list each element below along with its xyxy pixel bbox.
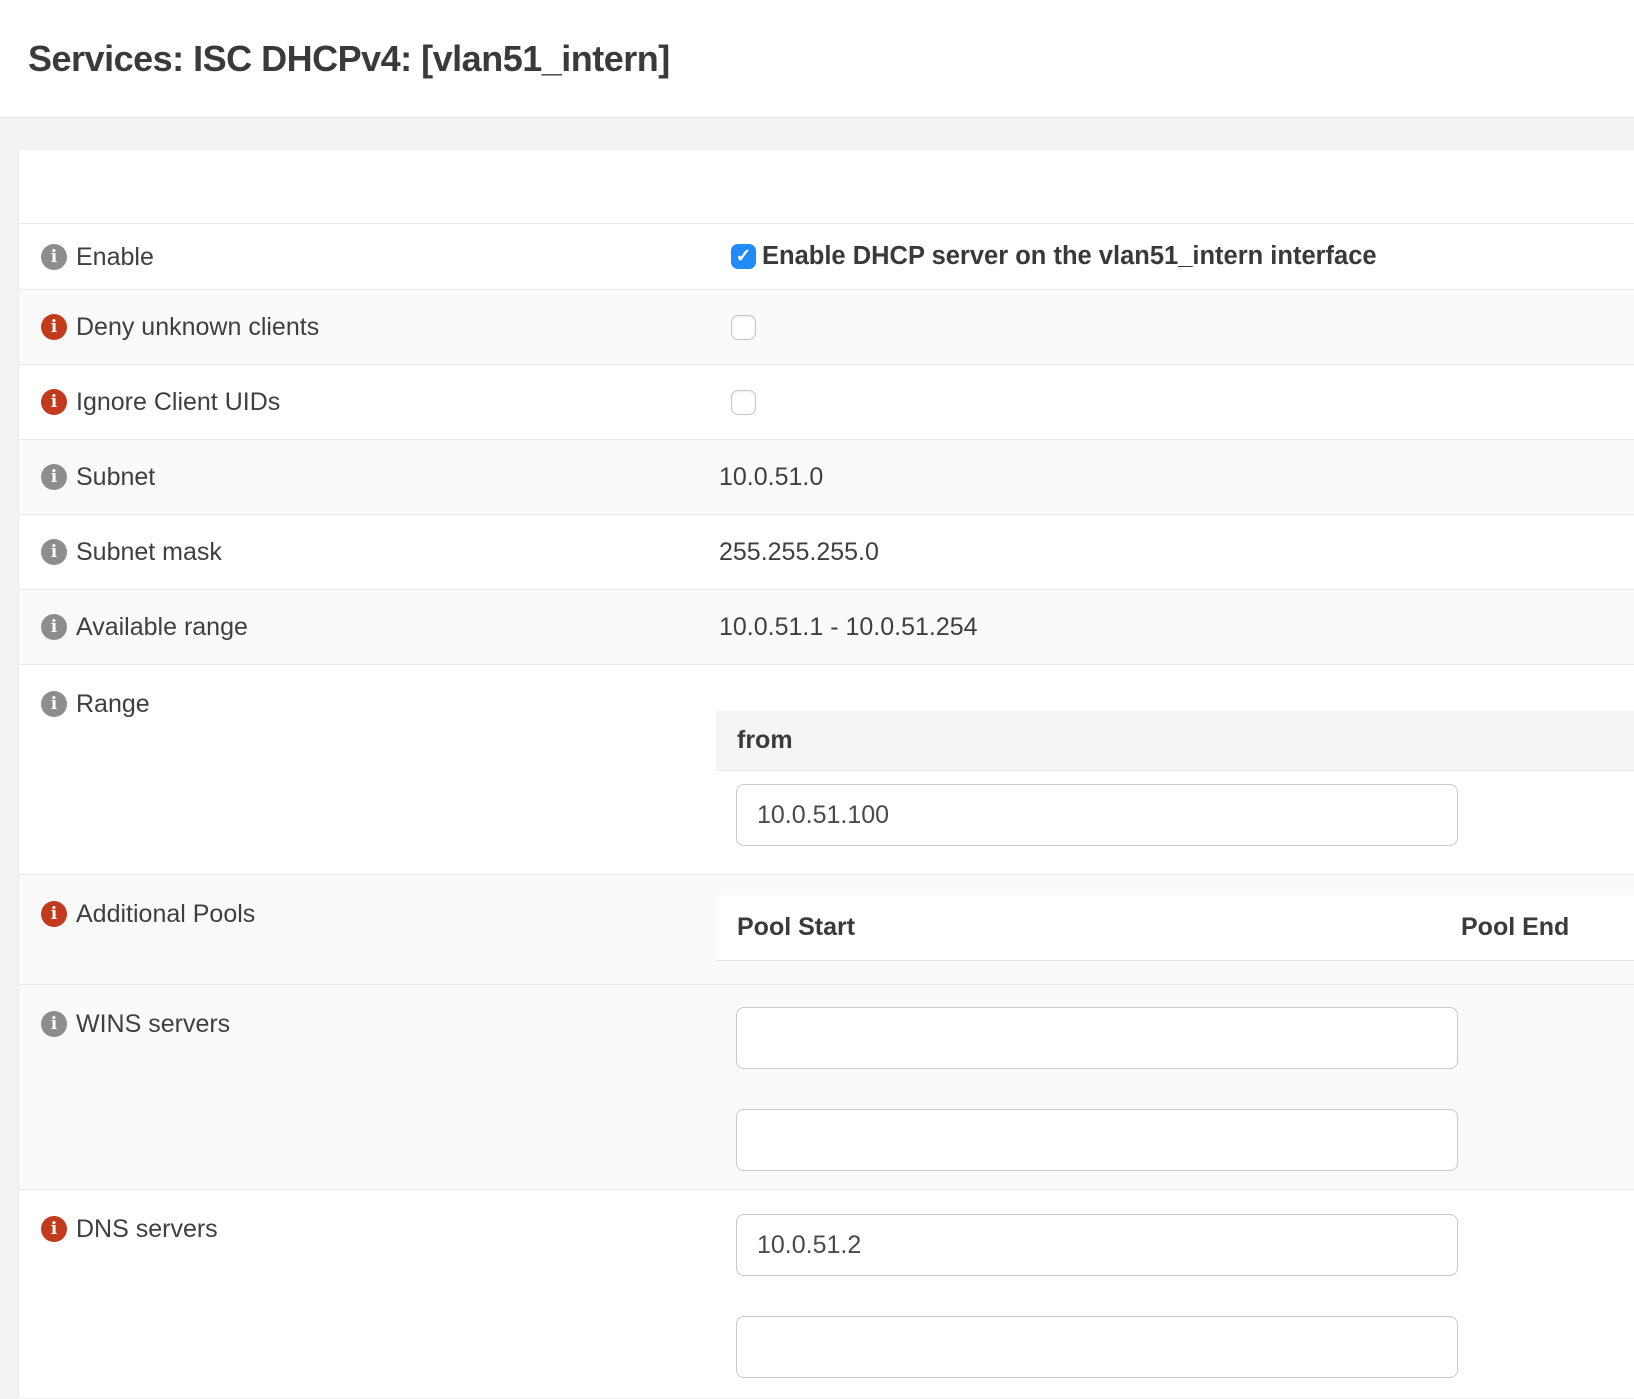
range-info-icon[interactable] — [41, 691, 67, 717]
wins-servers-row: WINS servers — [19, 985, 1634, 1190]
enable-info-icon[interactable] — [41, 244, 67, 270]
range-row-label: Range — [19, 665, 716, 874]
dns-server-input-2[interactable] — [736, 1316, 1458, 1378]
wins-servers-inputs — [716, 1007, 1634, 1171]
available-range-info-icon[interactable] — [41, 614, 67, 640]
ignore-client-uids-label: Ignore Client UIDs — [76, 389, 280, 415]
subnet-row-control: 10.0.51.0 — [716, 440, 1634, 514]
wins-servers-label: WINS servers — [76, 1011, 230, 1037]
ignore-client-uids-row: Ignore Client UIDs — [19, 365, 1634, 440]
deny-unknown-clients-info-icon[interactable] — [41, 314, 67, 340]
dns-servers-inputs — [716, 1214, 1634, 1378]
page-header: Services: ISC DHCPv4: [vlan51_intern] — [0, 0, 1634, 118]
main-content: Enable Enable DHCP server on the vlan51_… — [0, 118, 1634, 1398]
subnet-mask-row-label: Subnet mask — [19, 515, 716, 589]
available-range-row-control: 10.0.51.1 - 10.0.51.254 — [716, 590, 1634, 664]
additional-pools-row-label: Additional Pools — [19, 875, 716, 984]
subnet-mask-value: 255.255.255.0 — [716, 538, 879, 567]
enable-checkbox-label: Enable DHCP server on the vlan51_intern … — [762, 242, 1377, 271]
dns-servers-row: DNS servers — [19, 1190, 1634, 1398]
enable-row-label: Enable — [19, 224, 716, 289]
pool-start-column-header: Pool Start — [716, 913, 1461, 942]
subnet-info-icon[interactable] — [41, 464, 67, 490]
range-from-input[interactable] — [736, 784, 1458, 846]
ignore-client-uids-row-label: Ignore Client UIDs — [19, 365, 716, 439]
deny-unknown-clients-row-label: Deny unknown clients — [19, 290, 716, 364]
enable-label: Enable — [76, 244, 154, 270]
dns-servers-label: DNS servers — [76, 1216, 218, 1242]
subnet-label: Subnet — [76, 464, 155, 490]
ignore-client-uids-checkbox[interactable] — [731, 390, 756, 415]
deny-unknown-clients-label: Deny unknown clients — [76, 314, 319, 340]
dns-servers-row-label: DNS servers — [19, 1190, 716, 1398]
subnet-row: Subnet 10.0.51.0 — [19, 440, 1634, 515]
wins-server-input-1[interactable] — [736, 1007, 1458, 1069]
deny-unknown-clients-checkbox[interactable] — [731, 315, 756, 340]
subnet-mask-row: Subnet mask 255.255.255.0 — [19, 515, 1634, 590]
ignore-client-uids-info-icon[interactable] — [41, 389, 67, 415]
dns-servers-row-control — [716, 1190, 1634, 1398]
wins-servers-info-icon[interactable] — [41, 1011, 67, 1037]
enable-row: Enable Enable DHCP server on the vlan51_… — [19, 224, 1634, 290]
range-from-column-header: from — [716, 711, 1634, 771]
pool-end-column-header: Pool End — [1461, 913, 1569, 942]
panel-spacer — [19, 150, 1634, 224]
subnet-value: 10.0.51.0 — [716, 463, 823, 492]
range-row-control: from — [716, 665, 1634, 874]
wins-server-input-2[interactable] — [736, 1109, 1458, 1171]
dns-servers-info-icon[interactable] — [41, 1216, 67, 1242]
subnet-mask-info-icon[interactable] — [41, 539, 67, 565]
deny-unknown-clients-row: Deny unknown clients — [19, 290, 1634, 365]
dhcp-settings-panel: Enable Enable DHCP server on the vlan51_… — [18, 149, 1634, 1398]
additional-pools-row: Additional Pools Pool Start Pool End — [19, 875, 1634, 985]
available-range-value: 10.0.51.1 - 10.0.51.254 — [716, 613, 978, 642]
additional-pools-row-control: Pool Start Pool End — [716, 875, 1634, 984]
additional-pools-table-header: Pool Start Pool End — [716, 895, 1634, 961]
additional-pools-info-icon[interactable] — [41, 901, 67, 927]
range-from-header-text: from — [737, 726, 793, 755]
ignore-client-uids-row-control — [716, 365, 1634, 439]
page-title: Services: ISC DHCPv4: [vlan51_intern] — [28, 38, 670, 80]
enable-checkbox[interactable] — [731, 244, 756, 269]
subnet-mask-row-control: 255.255.255.0 — [716, 515, 1634, 589]
enable-row-control: Enable DHCP server on the vlan51_intern … — [716, 224, 1634, 289]
dns-server-input-1[interactable] — [736, 1214, 1458, 1276]
wins-servers-row-control — [716, 985, 1634, 1189]
additional-pools-label: Additional Pools — [76, 901, 255, 927]
range-from-input-wrap — [716, 784, 1634, 846]
subnet-mask-label: Subnet mask — [76, 539, 222, 565]
wins-servers-row-label: WINS servers — [19, 985, 716, 1189]
range-row: Range from — [19, 665, 1634, 875]
available-range-row: Available range 10.0.51.1 - 10.0.51.254 — [19, 590, 1634, 665]
deny-unknown-clients-row-control — [716, 290, 1634, 364]
available-range-row-label: Available range — [19, 590, 716, 664]
range-label: Range — [76, 691, 150, 717]
available-range-label: Available range — [76, 614, 248, 640]
subnet-row-label: Subnet — [19, 440, 716, 514]
